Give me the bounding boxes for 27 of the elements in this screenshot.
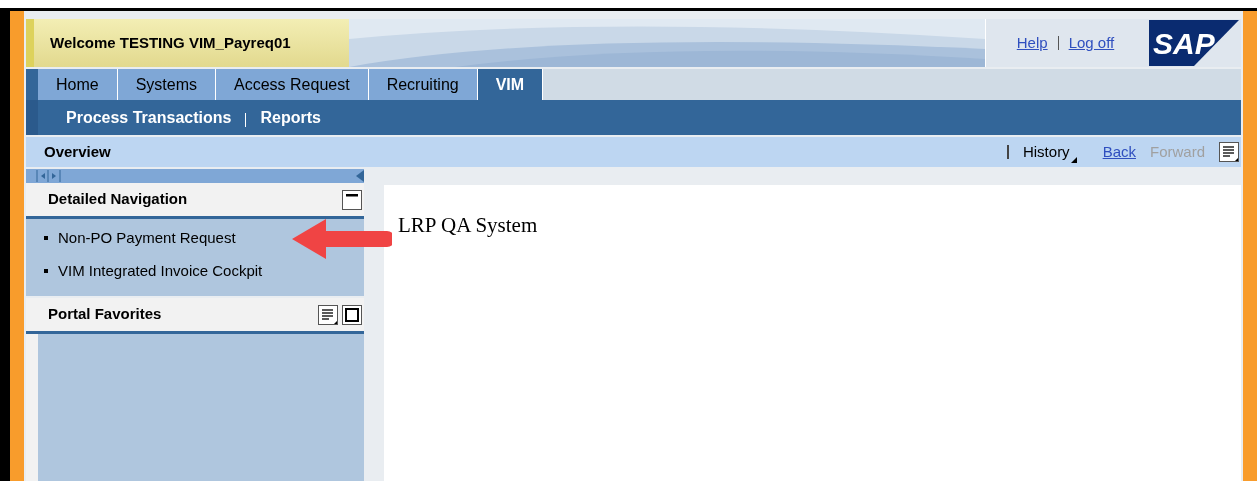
bullet-icon xyxy=(44,268,48,273)
sap-logo: SAP xyxy=(1149,20,1239,66)
caret-icon xyxy=(1070,157,1077,164)
panel-title: Portal Favorites xyxy=(48,304,162,325)
maximize-icon[interactable] xyxy=(342,304,362,325)
navigation-link[interactable]: VIM Integrated Invoice Cockpit xyxy=(58,259,263,282)
welcome-banner: Welcome TESTING VIM_Payreq01 xyxy=(34,19,349,67)
panel-title: Detailed Navigation xyxy=(48,189,188,210)
menu-icon[interactable] xyxy=(318,304,338,325)
menu-icon[interactable] xyxy=(1219,142,1239,162)
page-title: Overview xyxy=(44,141,112,162)
navigation-link[interactable]: Non-PO Payment Request xyxy=(58,227,236,250)
tab[interactable]: Access Request xyxy=(216,69,369,100)
minimize-icon[interactable] xyxy=(342,189,362,210)
bullet-icon xyxy=(44,236,48,241)
history-dropdown[interactable]: History xyxy=(1022,140,1077,164)
tab[interactable]: VIM xyxy=(477,69,544,100)
help-link[interactable]: Help xyxy=(1016,31,1048,55)
banner-edge xyxy=(26,19,34,67)
tab[interactable]: Recruiting xyxy=(368,69,478,100)
nav-link[interactable]: Back xyxy=(1102,140,1136,164)
log-off-link[interactable]: Log off xyxy=(1068,31,1115,55)
tab[interactable]: Home xyxy=(38,69,118,100)
subnav-link[interactable]: Reports xyxy=(260,105,321,130)
tab[interactable]: Systems xyxy=(117,69,217,100)
subnav-link[interactable]: Process Transactions xyxy=(66,105,232,130)
content-text: LRP QA System xyxy=(398,212,539,239)
